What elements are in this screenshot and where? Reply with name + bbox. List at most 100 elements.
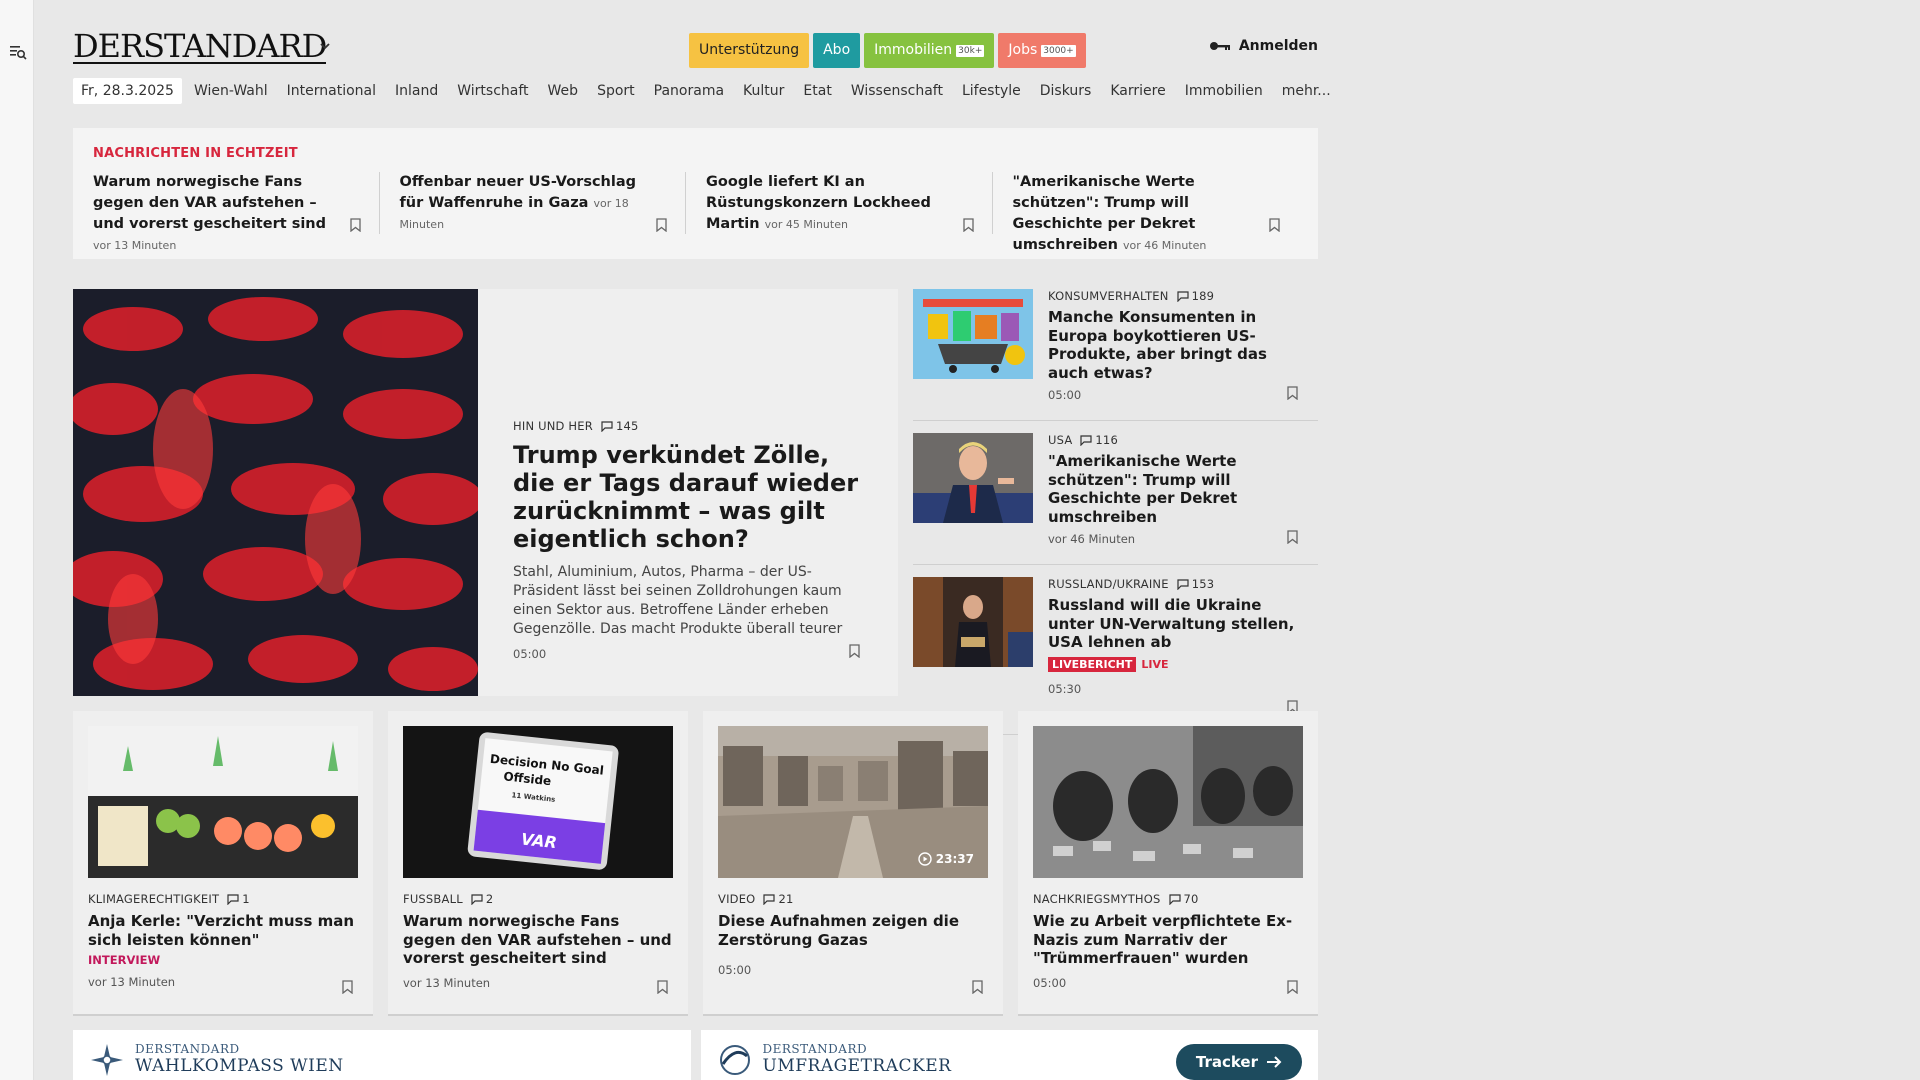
umfragetracker-promo[interactable]: DERSTANDARD UMFRAGETRACKER Tracker xyxy=(700,1030,1318,1080)
nav-item-wien-wahl[interactable]: Wien-Wahl xyxy=(194,83,268,99)
login-button[interactable]: Anmelden xyxy=(1209,38,1318,54)
bookmark-icon[interactable] xyxy=(349,218,361,232)
ticker-item[interactable]: Offenbar neuer US-Vorschlag für Waffenru… xyxy=(400,172,686,234)
nav-item-web[interactable]: Web xyxy=(548,83,579,99)
article-category: NACHKRIEGSMYTHOS xyxy=(1033,892,1161,906)
promo-title: WAHLKOMPASS WIEN xyxy=(135,1056,344,1076)
current-date: Fr, 28.3.2025 xyxy=(73,78,182,104)
article-comments[interactable]: 70 xyxy=(1168,892,1199,906)
grid-article[interactable]: 23:37 VIDEO 21 Diese Aufnahmen zeigen di… xyxy=(703,711,1003,1016)
site-logo[interactable]: DERSTANDARD xyxy=(73,28,327,64)
tracker-button[interactable]: Tracker xyxy=(1175,1044,1302,1080)
ticker-item[interactable]: Google liefert KI an Rüstungskonzern Loc… xyxy=(706,172,993,234)
site-header: DERSTANDARD Unterstützung Abo Immobilien… xyxy=(73,28,1318,68)
article-image[interactable] xyxy=(1033,726,1303,878)
article-comments[interactable]: 1 xyxy=(227,892,250,906)
article-comments[interactable]: 153 xyxy=(1177,577,1215,591)
jobs-button[interactable]: Jobs 3000+ xyxy=(998,33,1086,68)
bookmark-icon[interactable] xyxy=(656,218,667,232)
bookmark-icon[interactable] xyxy=(1287,980,1298,994)
lead-title[interactable]: Trump verkündet Zölle, die er Tags darau… xyxy=(513,441,868,553)
menu-search-icon[interactable] xyxy=(9,44,27,60)
side-article[interactable]: USA 116 "Amerikanische Werte schützen": … xyxy=(913,433,1318,565)
article-image[interactable]: 23:37 xyxy=(718,726,988,878)
side-article[interactable]: KONSUMVERHALTEN 189 Manche Konsumenten i… xyxy=(913,289,1318,421)
article-image[interactable]: Decision No Goal Offside 11 Watkins VAR xyxy=(403,726,673,878)
nav-item-etat[interactable]: Etat xyxy=(803,83,831,99)
nav-item-international[interactable]: International xyxy=(287,83,376,99)
nav-item-kultur[interactable]: Kultur xyxy=(743,83,784,99)
article-kicker: USA 116 xyxy=(1048,433,1308,447)
article-category: KLIMAGERECHTIGKEIT xyxy=(88,892,220,906)
side-articles: KONSUMVERHALTEN 189 Manche Konsumenten i… xyxy=(913,289,1318,735)
article-thumbnail[interactable] xyxy=(913,577,1033,667)
bookmark-icon[interactable] xyxy=(342,980,353,994)
article-comment-count: 2 xyxy=(485,892,494,906)
lead-teaser: Stahl, Aluminium, Autos, Pharma – der US… xyxy=(513,564,843,637)
nav-item-inland[interactable]: Inland xyxy=(395,83,438,99)
article-comments[interactable]: 2 xyxy=(471,892,494,906)
bookmark-icon[interactable] xyxy=(849,644,860,658)
article-comments[interactable]: 189 xyxy=(1176,289,1215,303)
lead-time: 05:00 xyxy=(513,647,547,661)
lead-image[interactable] xyxy=(73,289,478,696)
nav-item-diskurs[interactable]: Diskurs xyxy=(1040,83,1092,99)
live-ticker: NACHRICHTEN IN ECHTZEIT Warum norwegisch… xyxy=(73,128,1318,259)
ticker-item[interactable]: "Amerikanische Werte schützen": Trump wi… xyxy=(1013,172,1299,253)
article-comment-count: 189 xyxy=(1191,289,1215,303)
lead-comment-count: 145 xyxy=(615,419,639,433)
nav-item-karriere[interactable]: Karriere xyxy=(1110,83,1165,99)
article-title[interactable]: Wie zu Arbeit verpflichtete Ex-Nazis zum… xyxy=(1033,912,1303,968)
article-thumbnail[interactable] xyxy=(913,433,1033,523)
bookmark-icon[interactable] xyxy=(1287,530,1298,544)
bookmark-icon[interactable] xyxy=(1287,386,1298,400)
article-title[interactable]: "Amerikanische Werte schützen": Trump wi… xyxy=(1048,452,1308,526)
support-button[interactable]: Unterstützung xyxy=(689,33,810,68)
bookmark-icon[interactable] xyxy=(972,980,983,994)
grid-article[interactable]: NACHKRIEGSMYTHOS 70 Wie zu Arbeit verpfl… xyxy=(1018,711,1318,1016)
video-duration-text: 23:37 xyxy=(935,852,974,866)
bookmark-icon[interactable] xyxy=(1269,218,1280,232)
article-title[interactable]: Warum norwegische Fans gegen den VAR auf… xyxy=(403,912,673,968)
lead-kicker: HIN UND HER 145 xyxy=(513,419,868,433)
grid-article[interactable]: Decision No Goal Offside 11 Watkins VAR … xyxy=(388,711,688,1016)
main-nav: Fr, 28.3.2025 Wien-Wahl International In… xyxy=(73,77,1350,105)
article-comments[interactable]: 116 xyxy=(1080,433,1118,447)
bookmark-icon[interactable] xyxy=(657,980,668,994)
article-category: VIDEO xyxy=(718,892,756,906)
wahlkompass-promo[interactable]: DERSTANDARD WAHLKOMPASS WIEN xyxy=(73,1030,691,1080)
nav-item-lifestyle[interactable]: Lifestyle xyxy=(962,83,1021,99)
lead-article[interactable]: HIN UND HER 145 Trump verkündet Zölle, d… xyxy=(73,289,898,696)
play-icon xyxy=(918,852,932,866)
article-comments[interactable]: 21 xyxy=(763,892,793,906)
nav-item-wirtschaft[interactable]: Wirtschaft xyxy=(457,83,528,99)
ticker-item[interactable]: Warum norwegische Fans gegen den VAR auf… xyxy=(93,172,380,252)
bookmark-icon[interactable] xyxy=(962,218,974,232)
comment-icon xyxy=(1080,434,1093,446)
article-time: vor 13 Minuten xyxy=(88,975,176,989)
article-time: 05:30 xyxy=(1048,681,1082,696)
compass-icon xyxy=(91,1044,123,1076)
article-comment-count: 153 xyxy=(1191,577,1215,591)
nav-item-panorama[interactable]: Panorama xyxy=(654,83,724,99)
immobilien-button[interactable]: Immobilien 30k+ xyxy=(864,33,995,68)
nav-item-sport[interactable]: Sport xyxy=(597,83,635,99)
nav-item-wissenschaft[interactable]: Wissenschaft xyxy=(851,83,943,99)
article-title[interactable]: Diese Aufnahmen zeigen die Zerstörung Ga… xyxy=(718,912,988,949)
ticker-title: NACHRICHTEN IN ECHTZEIT xyxy=(93,146,298,161)
nav-item-immobilien[interactable]: Immobilien xyxy=(1185,83,1263,99)
article-title[interactable]: Russland will die Ukraine unter UN-Verwa… xyxy=(1048,596,1308,652)
comment-icon xyxy=(227,893,239,905)
nav-item-more[interactable]: mehr... xyxy=(1282,83,1331,99)
grid-article[interactable]: KLIMAGERECHTIGKEIT 1 Anja Kerle: "Verzic… xyxy=(73,711,373,1016)
abo-button[interactable]: Abo xyxy=(813,33,861,68)
article-title[interactable]: Manche Konsumenten in Europa boykottiere… xyxy=(1048,308,1308,382)
chevron-down-icon[interactable] xyxy=(319,40,331,52)
lead-comments[interactable]: 145 xyxy=(601,419,639,433)
article-thumbnail[interactable] xyxy=(913,289,1033,379)
article-kicker: FUSSBALL 2 xyxy=(403,892,673,906)
comment-icon xyxy=(1176,290,1189,302)
article-title[interactable]: Anja Kerle: "Verzicht muss man sich leis… xyxy=(88,912,358,949)
article-image[interactable] xyxy=(88,726,358,878)
article-kicker: RUSSLAND/UKRAINE 153 xyxy=(1048,577,1308,591)
